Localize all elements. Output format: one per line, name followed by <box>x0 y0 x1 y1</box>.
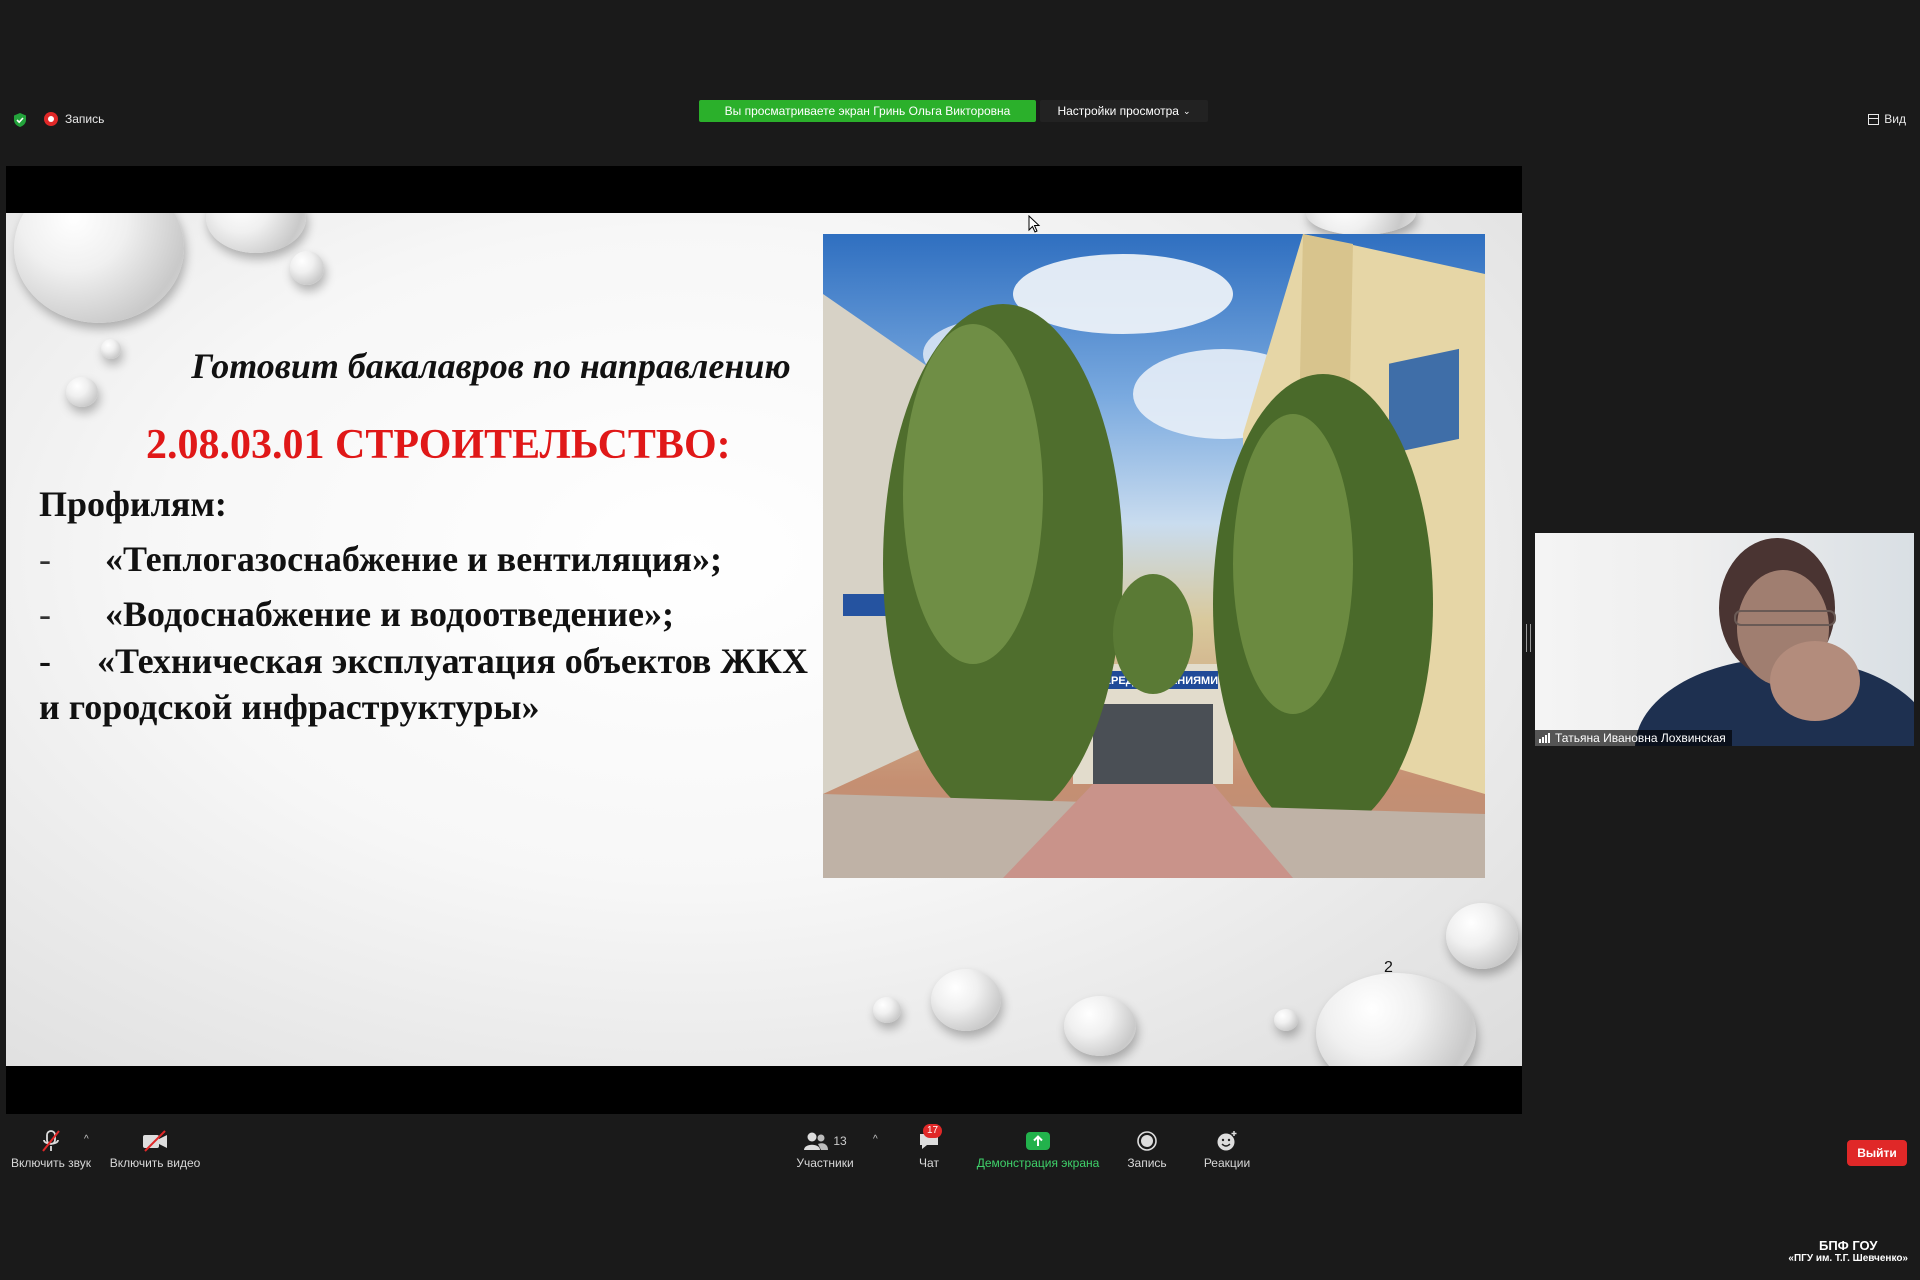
shared-screen: Готовит бакалавров по направлению 2.08.0… <box>6 166 1522 1114</box>
water-drop-decoration <box>101 339 121 359</box>
profile-item: - «Водоснабжение и водоотведение»; <box>39 593 674 635</box>
unmute-button[interactable]: Включить звук <box>10 1128 92 1170</box>
leave-meeting-button[interactable]: Выйти <box>1847 1140 1907 1166</box>
view-button[interactable]: Вид <box>1868 112 1906 126</box>
water-drop-decoration <box>873 997 901 1023</box>
participant-name-tag: Татьяна Ивановна Лохвинская <box>1535 730 1732 746</box>
profile-item: - «Техническая эксплуатация объектов ЖКХ … <box>39 638 819 730</box>
start-video-button[interactable]: Включить видео <box>108 1128 202 1170</box>
profile-text: «Техническая эксплуатация объектов ЖКХ и… <box>39 641 809 727</box>
record-dot-icon <box>44 112 58 126</box>
participants-icon <box>804 1132 829 1150</box>
reactions-label: Реакции <box>1203 1156 1251 1170</box>
record-label: Запись <box>1127 1156 1167 1170</box>
profile-text: «Теплогазоснабжение и вентиляция»; <box>105 539 723 579</box>
building-photo-illustration: ВПЕРЕД ЗА ЗНАНИЯМИ <box>823 234 1485 878</box>
unmute-label: Включить звук <box>10 1156 92 1170</box>
start-video-label: Включить видео <box>109 1156 201 1170</box>
water-drop-decoration <box>14 213 184 323</box>
share-screen-label: Демонстрация экрана <box>976 1156 1100 1170</box>
security-shield-icon[interactable] <box>12 112 28 128</box>
panel-resize-handle[interactable] <box>1526 624 1531 652</box>
record-button[interactable]: Запись <box>1122 1128 1172 1170</box>
video-off-icon <box>143 1130 167 1152</box>
share-screen-icon <box>1026 1132 1050 1150</box>
participants-count: 13 <box>833 1134 847 1148</box>
program-code: 2.08.03.01 СТРОИТЕЛЬСТВО: <box>146 422 731 468</box>
profile-item: - «Теплогазоснабжение и вентиляция»; <box>39 538 722 580</box>
list-dash: - <box>39 641 51 681</box>
chat-label: Чат <box>919 1156 939 1170</box>
participant-video-frame <box>1635 538 1914 746</box>
participant-name: Татьяна Ивановна Лохвинская <box>1555 731 1726 745</box>
list-dash: - <box>39 539 51 579</box>
list-dash: - <box>39 594 51 634</box>
audio-options-chevron-icon[interactable]: ^ <box>84 1134 89 1145</box>
signal-strength-icon <box>1539 733 1550 743</box>
water-drop-decoration <box>206 213 306 253</box>
viewing-screen-banner: Вы просматриваете экран Гринь Ольга Викт… <box>699 100 1036 122</box>
view-options-button[interactable]: Настройки просмотра ⌄ <box>1040 100 1208 122</box>
water-drop-decoration <box>66 377 98 407</box>
channel-watermark: БПФ ГОУ «ПГУ им. Т.Г. Шевченко» <box>1788 1238 1908 1264</box>
view-options-label: Настройки просмотра <box>1057 104 1179 118</box>
chat-button[interactable]: 17 Чат <box>905 1124 953 1170</box>
share-screen-button[interactable]: Демонстрация экрана <box>974 1128 1102 1170</box>
participants-button[interactable]: 13 Участники <box>790 1128 860 1170</box>
muted-mic-icon <box>42 1130 60 1152</box>
meeting-top-bar: Запись Вы просматриваете экран Гринь Оль… <box>0 95 1920 145</box>
water-drop-decoration <box>1446 903 1518 969</box>
profiles-heading: Профилям: <box>39 484 227 524</box>
water-drop-decoration <box>1064 996 1136 1056</box>
recording-status[interactable]: Запись <box>44 112 104 126</box>
gallery-view-icon <box>1868 113 1880 125</box>
participants-options-chevron-icon[interactable]: ^ <box>873 1134 878 1145</box>
water-drop-decoration <box>1274 1009 1298 1031</box>
recording-label: Запись <box>65 112 105 126</box>
chevron-down-icon: ⌄ <box>1182 105 1191 116</box>
university-building-photo: ВПЕРЕД ЗА ЗНАНИЯМИ <box>823 234 1485 878</box>
slide-title: Готовит бакалавров по направлению <box>191 346 791 386</box>
view-label: Вид <box>1884 112 1906 126</box>
chat-unread-badge: 17 <box>923 1124 943 1138</box>
watermark-line-2: «ПГУ им. Т.Г. Шевченко» <box>1788 1253 1908 1264</box>
water-drop-decoration <box>1306 213 1416 235</box>
reactions-smiley-icon <box>1217 1131 1237 1151</box>
presentation-slide: Готовит бакалавров по направлению 2.08.0… <box>6 213 1522 1066</box>
water-drop-decoration <box>1316 973 1476 1066</box>
mouse-cursor-icon <box>1028 215 1041 233</box>
watermark-line-1: БПФ ГОУ <box>1818 1238 1878 1253</box>
participants-label: Участники <box>796 1156 854 1170</box>
reactions-button[interactable]: Реакции <box>1198 1128 1256 1170</box>
record-icon <box>1137 1131 1157 1151</box>
water-drop-decoration <box>931 969 1001 1031</box>
slide-page-number: 2 <box>1384 959 1393 976</box>
water-drop-decoration <box>290 251 324 285</box>
profile-text: «Водоснабжение и водоотведение»; <box>105 594 674 634</box>
participant-video-tile[interactable]: Татьяна Ивановна Лохвинская <box>1535 533 1914 746</box>
